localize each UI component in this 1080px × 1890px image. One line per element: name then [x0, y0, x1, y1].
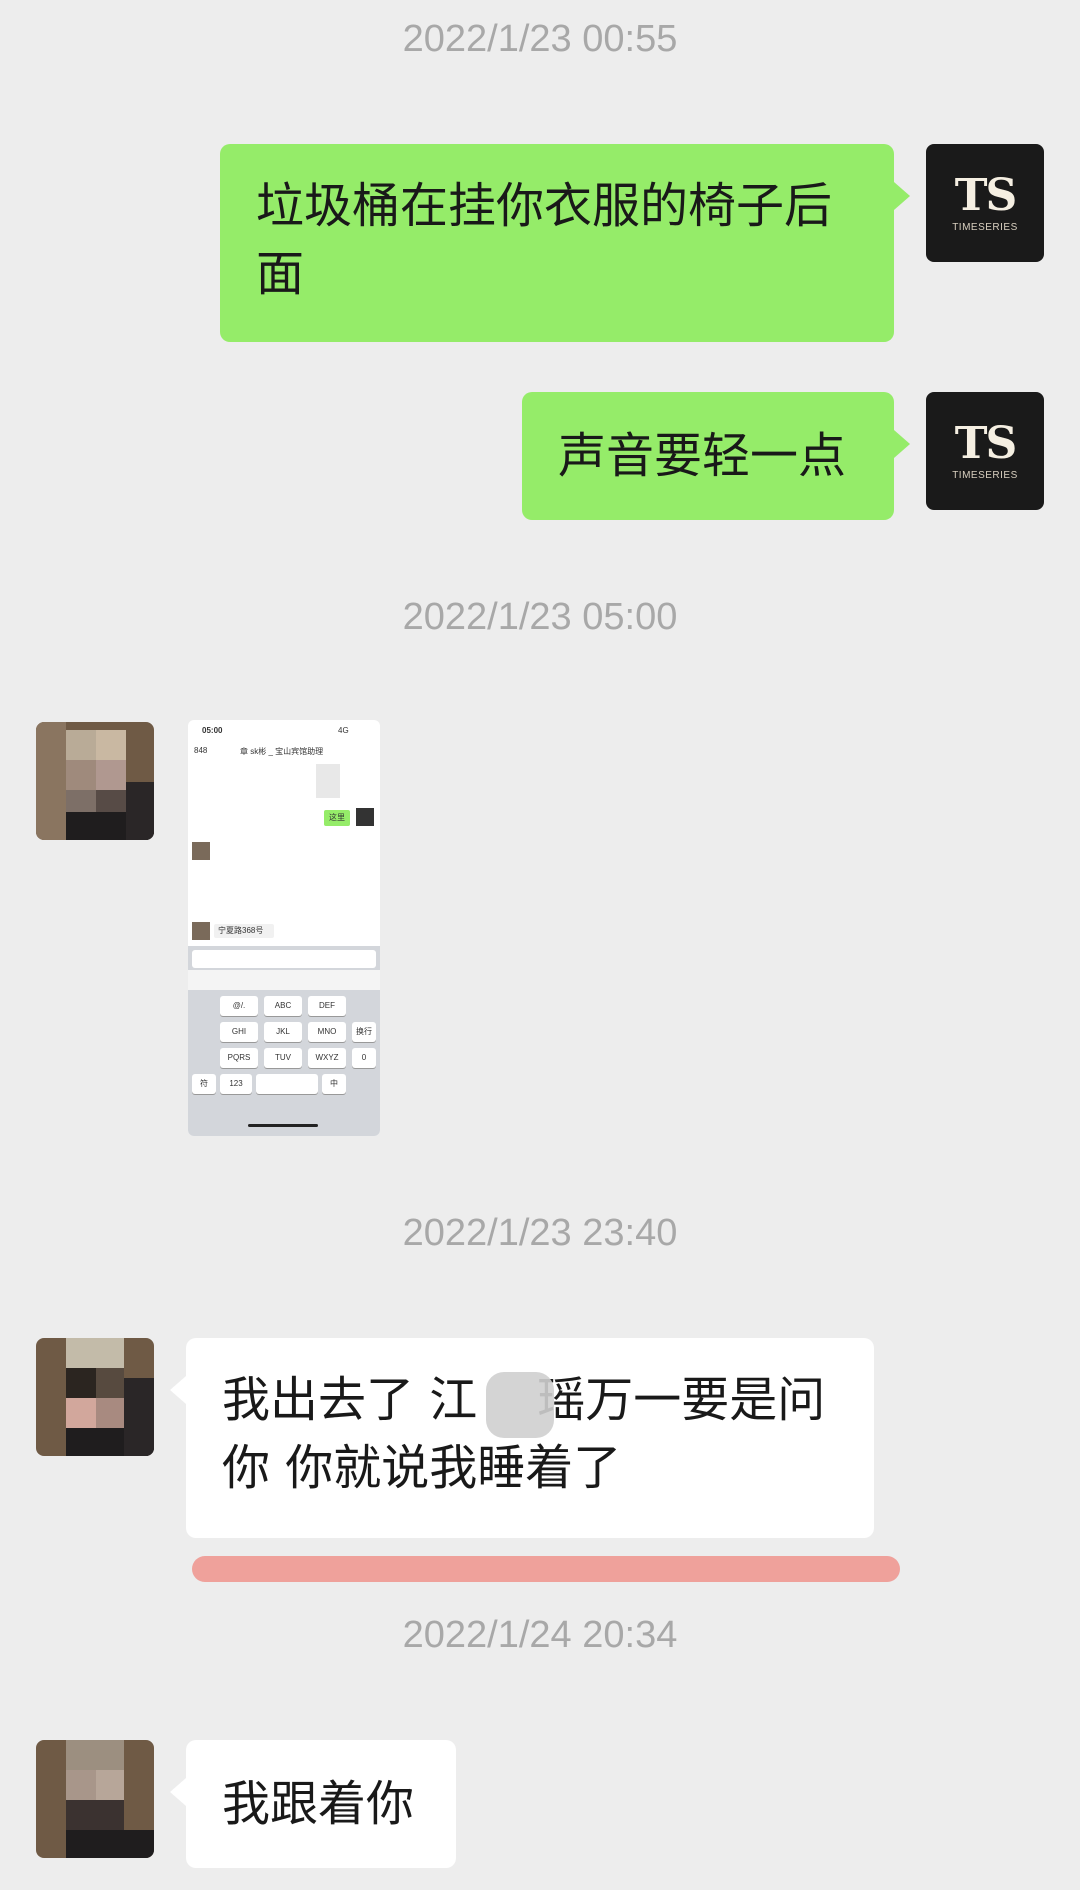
- mini-key: PQRS: [220, 1048, 258, 1068]
- mini-home-indicator: [248, 1124, 318, 1127]
- mini-sent-bubble: 这里: [324, 810, 350, 826]
- mini-avatar: [192, 922, 210, 940]
- message-text: 垃圾桶在挂你衣服的椅子后: [256, 178, 833, 234]
- self-avatar[interactable]: TS TIMESERIES: [926, 144, 1044, 262]
- mini-location-bubble: 宁夏路368号: [214, 924, 274, 938]
- mini-title: 章 sk彬 _ 宝山宾馆助理: [240, 747, 324, 756]
- mini-key: DEF: [308, 996, 346, 1016]
- ts-logo-wordmark: TIMESERIES: [952, 469, 1018, 481]
- pixelated-avatar-icon: [36, 722, 154, 840]
- timestamp: 2022/1/23 23:40: [402, 1212, 678, 1254]
- self-avatar[interactable]: TS TIMESERIES: [926, 392, 1044, 510]
- mini-key: MNO: [308, 1022, 346, 1042]
- mini-key: 123: [220, 1074, 252, 1094]
- image-message-thumbnail[interactable]: 05:00 4G 848 章 sk彬 _ 宝山宾馆助理 这里 宁夏路368号 @…: [188, 720, 380, 1136]
- status-time: 05:00: [202, 726, 223, 735]
- message-text: 我跟着你: [222, 1776, 415, 1832]
- timestamp: 2022/1/23 05:00: [402, 596, 678, 638]
- outgoing-message-bubble[interactable]: 声音要轻一点: [522, 392, 910, 520]
- mini-image-placeholder: [316, 764, 340, 798]
- ts-logo-icon: TS: [954, 417, 1018, 469]
- mini-key: 符: [192, 1074, 216, 1094]
- timestamp: 2022/1/24 20:34: [402, 1614, 678, 1656]
- mini-key: TUV: [264, 1048, 302, 1068]
- chat-window: 2022/1/23 00:55 垃圾桶在挂你衣服的椅子后 面 TS TIMESE…: [0, 0, 1080, 1890]
- pixelated-avatar-icon: [36, 1740, 154, 1858]
- ts-logo-wordmark: TIMESERIES: [952, 221, 1018, 233]
- message-text: 声音要轻一点: [558, 428, 847, 484]
- timestamp: 2022/1/23 00:55: [402, 18, 678, 60]
- mini-input-field: [192, 950, 376, 968]
- incoming-message-bubble[interactable]: 我出去了 江 瑶万一要是问 你 你就说我睡着了: [170, 1338, 874, 1538]
- mini-key: 0: [352, 1048, 376, 1068]
- mini-key: 换行: [352, 1022, 376, 1042]
- mini-toolbar: [188, 970, 380, 990]
- message-text: 你 你就说我睡着了: [222, 1440, 622, 1496]
- back-label: 848: [194, 746, 208, 755]
- mini-location-text: 宁夏路368号: [218, 926, 264, 935]
- mini-key: 中: [322, 1074, 346, 1094]
- message-text: 瑶万一要是问: [537, 1372, 826, 1428]
- outgoing-message-bubble[interactable]: 垃圾桶在挂你衣服的椅子后 面: [220, 144, 910, 342]
- incoming-message-bubble[interactable]: 我跟着你: [170, 1740, 456, 1868]
- mini-key: ABC: [264, 996, 302, 1016]
- mini-key: JKL: [264, 1022, 302, 1042]
- ts-logo-icon: TS: [954, 169, 1018, 221]
- message-text: 我出去了 江: [222, 1372, 478, 1428]
- mini-avatar: [192, 842, 210, 860]
- mini-space-key: [256, 1074, 318, 1094]
- mini-key: @/.: [220, 996, 258, 1016]
- mini-avatar: [356, 808, 374, 826]
- message-text: 面: [256, 246, 305, 302]
- contact-avatar[interactable]: [36, 1740, 154, 1858]
- highlight-underline: [192, 1556, 900, 1582]
- mini-sent-text: 这里: [329, 813, 345, 822]
- mini-key: GHI: [220, 1022, 258, 1042]
- contact-avatar[interactable]: [36, 1338, 154, 1456]
- pixelated-avatar-icon: [36, 1338, 154, 1456]
- contact-avatar[interactable]: [36, 722, 154, 840]
- redaction-mosaic: [486, 1372, 554, 1438]
- status-signal: 4G: [338, 726, 349, 735]
- mini-key: WXYZ: [308, 1048, 346, 1068]
